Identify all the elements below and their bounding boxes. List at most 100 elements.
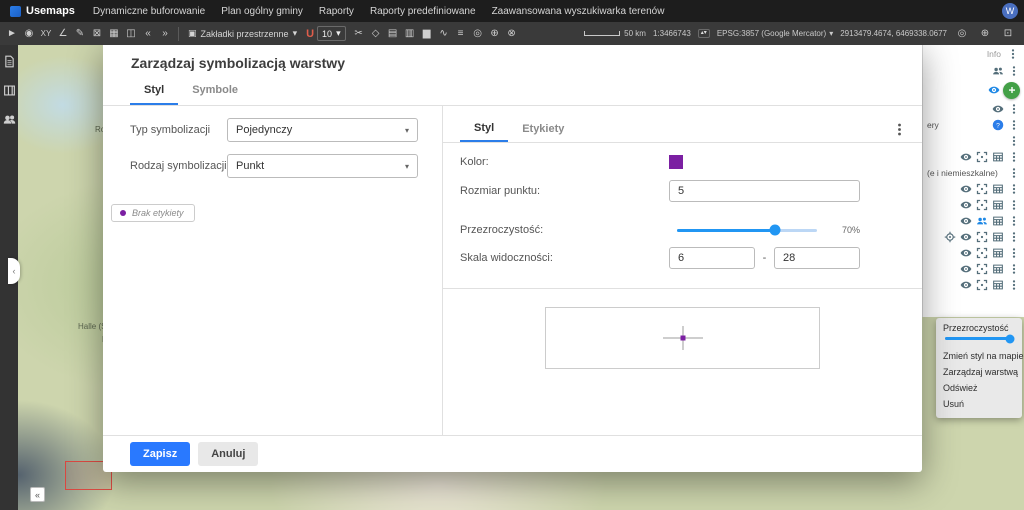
print-composer-icon[interactable]: ▥ — [402, 24, 418, 43]
visibility-icon[interactable] — [959, 263, 972, 276]
visibility-icon[interactable] — [959, 279, 972, 292]
tab-styl[interactable]: Styl — [130, 79, 178, 105]
zoom-to-layer-icon[interactable] — [975, 263, 988, 276]
tab-labels[interactable]: Etykiety — [508, 119, 578, 141]
kebab-menu-icon[interactable] — [1007, 103, 1020, 116]
cursor-tool-icon[interactable]: ► — [4, 24, 20, 43]
sidebar-collapse-handle[interactable]: ‹ — [8, 258, 20, 284]
kebab-menu-icon[interactable] — [1007, 151, 1020, 164]
menu-item-refresh[interactable]: Odśwież — [943, 380, 1015, 396]
erase-tool-icon[interactable]: ⊠ — [89, 24, 105, 43]
visibility-icon[interactable] — [959, 215, 972, 228]
reports-panel-icon[interactable] — [3, 55, 16, 68]
tab-style[interactable]: Styl — [460, 118, 508, 142]
visibility-icon[interactable] — [959, 247, 972, 260]
identify-tool-icon[interactable]: ◉ — [21, 24, 37, 43]
nav-item-predefined-reports[interactable]: Raporty predefiniowane — [362, 0, 484, 22]
kebab-menu-icon[interactable] — [1007, 167, 1020, 180]
attribute-table-icon[interactable] — [991, 199, 1004, 212]
visibility-icon[interactable] — [959, 231, 972, 244]
draw-tool-icon[interactable]: ✎ — [72, 24, 88, 43]
fullscreen-icon[interactable]: ⊡ — [1000, 24, 1016, 43]
print-icon[interactable]: ▤ — [385, 24, 401, 43]
attribute-table-icon[interactable] — [991, 151, 1004, 164]
attribute-table-icon[interactable] — [991, 279, 1004, 292]
nav-item-dynamic-buffering[interactable]: Dynamiczne buforowanie — [85, 0, 213, 22]
kebab-menu-icon[interactable] — [1007, 183, 1020, 196]
menu-item-change-style[interactable]: Zmień styl na mapie — [943, 348, 1015, 364]
zoom-to-layer-icon[interactable] — [975, 199, 988, 212]
users-panel-icon[interactable] — [3, 113, 16, 126]
kebab-menu-icon[interactable] — [1007, 135, 1020, 148]
attribute-table-icon[interactable] — [991, 231, 1004, 244]
user-avatar[interactable]: W — [1002, 3, 1018, 19]
layers-panel-icon[interactable] — [3, 84, 16, 97]
nav-item-advanced-search[interactable]: Zaawansowana wyszukiwarka terenów — [484, 0, 673, 22]
kebab-menu-icon[interactable] — [1007, 247, 1020, 260]
point-size-input[interactable] — [669, 180, 860, 202]
kebab-menu-icon[interactable] — [1007, 215, 1020, 228]
attribute-table-icon[interactable] — [991, 263, 1004, 276]
visibility-icon[interactable] — [959, 199, 972, 212]
view-back-icon[interactable]: « — [140, 24, 156, 43]
users-icon[interactable] — [991, 65, 1004, 78]
visibility-icon[interactable] — [959, 151, 972, 164]
chart-tool-icon[interactable]: ▆ — [419, 24, 435, 43]
profile-tool-icon[interactable]: ∿ — [436, 24, 452, 43]
spatial-bookmarks-dropdown[interactable]: ▣ Zakładki przestrzenne ▾ — [184, 28, 301, 39]
split-view-icon[interactable]: ◫ — [123, 24, 139, 43]
attribute-table-icon[interactable] — [991, 247, 1004, 260]
xy-coordinates-icon[interactable]: XY — [38, 24, 54, 43]
layer-opacity-slider[interactable] — [945, 337, 1013, 340]
visibility-icon[interactable] — [959, 183, 972, 196]
measure-tool-icon[interactable]: ∠ — [55, 24, 71, 43]
zoom-to-layer-icon[interactable] — [975, 247, 988, 260]
marker-tool-icon[interactable]: ◎ — [470, 24, 486, 43]
layers-tool-icon[interactable]: ≡ — [453, 24, 469, 43]
buffer-tool-icon[interactable]: ⊗ — [504, 24, 520, 43]
cut-tool-icon[interactable]: ✂ — [351, 24, 367, 43]
app-brand[interactable]: Usemaps — [0, 5, 85, 17]
zoom-undo-icon[interactable]: U — [306, 28, 314, 40]
zoom-to-layer-icon[interactable] — [975, 279, 988, 292]
projection-select[interactable]: EPSG:3857 (Google Mercator) ▾ — [717, 29, 833, 38]
overview-collapse-button[interactable]: « — [30, 487, 45, 502]
attribute-table-icon[interactable]: ▦ — [106, 24, 122, 43]
cancel-button[interactable]: Anuluj — [198, 442, 258, 466]
attribute-table-icon[interactable] — [991, 215, 1004, 228]
visibility-icon[interactable] — [987, 84, 1000, 97]
nav-item-general-plan[interactable]: Plan ogólny gminy — [213, 0, 311, 22]
kebab-menu-icon[interactable] — [1007, 119, 1020, 132]
view-forward-icon[interactable]: » — [157, 24, 173, 43]
panel-info-tab[interactable]: Info — [987, 49, 1001, 59]
target-icon[interactable]: ⊕ — [977, 24, 993, 43]
scale-min-input[interactable] — [669, 247, 755, 269]
geolocate-icon[interactable]: ◎ — [954, 24, 970, 43]
kebab-menu-icon[interactable] — [1007, 65, 1020, 78]
kebab-menu-icon[interactable] — [1006, 48, 1019, 61]
scale-max-input[interactable] — [774, 247, 860, 269]
visibility-icon[interactable] — [991, 103, 1004, 116]
zoom-to-layer-icon[interactable] — [975, 231, 988, 244]
attribute-table-icon[interactable] — [991, 183, 1004, 196]
legend-item[interactable]: Brak etykiety — [111, 204, 195, 222]
opacity-slider[interactable] — [677, 229, 817, 232]
tab-symbole[interactable]: Symbole — [178, 79, 252, 105]
polygon-tool-icon[interactable]: ◇ — [368, 24, 384, 43]
nav-item-reports[interactable]: Raporty — [311, 0, 362, 22]
pin-tool-icon[interactable]: ⊕ — [487, 24, 503, 43]
scale-stepper[interactable]: ▴▾ — [698, 29, 710, 38]
kebab-menu-icon[interactable] — [1007, 263, 1020, 276]
slider-thumb[interactable] — [1006, 334, 1015, 343]
menu-item-manage-layer[interactable]: Zarządzaj warstwą — [943, 364, 1015, 380]
kebab-menu-icon[interactable] — [1007, 199, 1020, 212]
color-swatch[interactable] — [669, 155, 683, 169]
kebab-menu-icon[interactable] — [1007, 279, 1020, 292]
menu-item-delete[interactable]: Usuń — [943, 396, 1015, 412]
save-button[interactable]: Zapisz — [130, 442, 190, 466]
symbolization-kind-select[interactable]: Punkt ▾ — [227, 154, 418, 178]
slider-thumb[interactable] — [770, 225, 781, 236]
users-icon[interactable] — [975, 215, 988, 228]
symbolization-type-select[interactable]: Pojedynczy ▾ — [227, 118, 418, 142]
zoom-to-layer-icon[interactable] — [975, 151, 988, 164]
